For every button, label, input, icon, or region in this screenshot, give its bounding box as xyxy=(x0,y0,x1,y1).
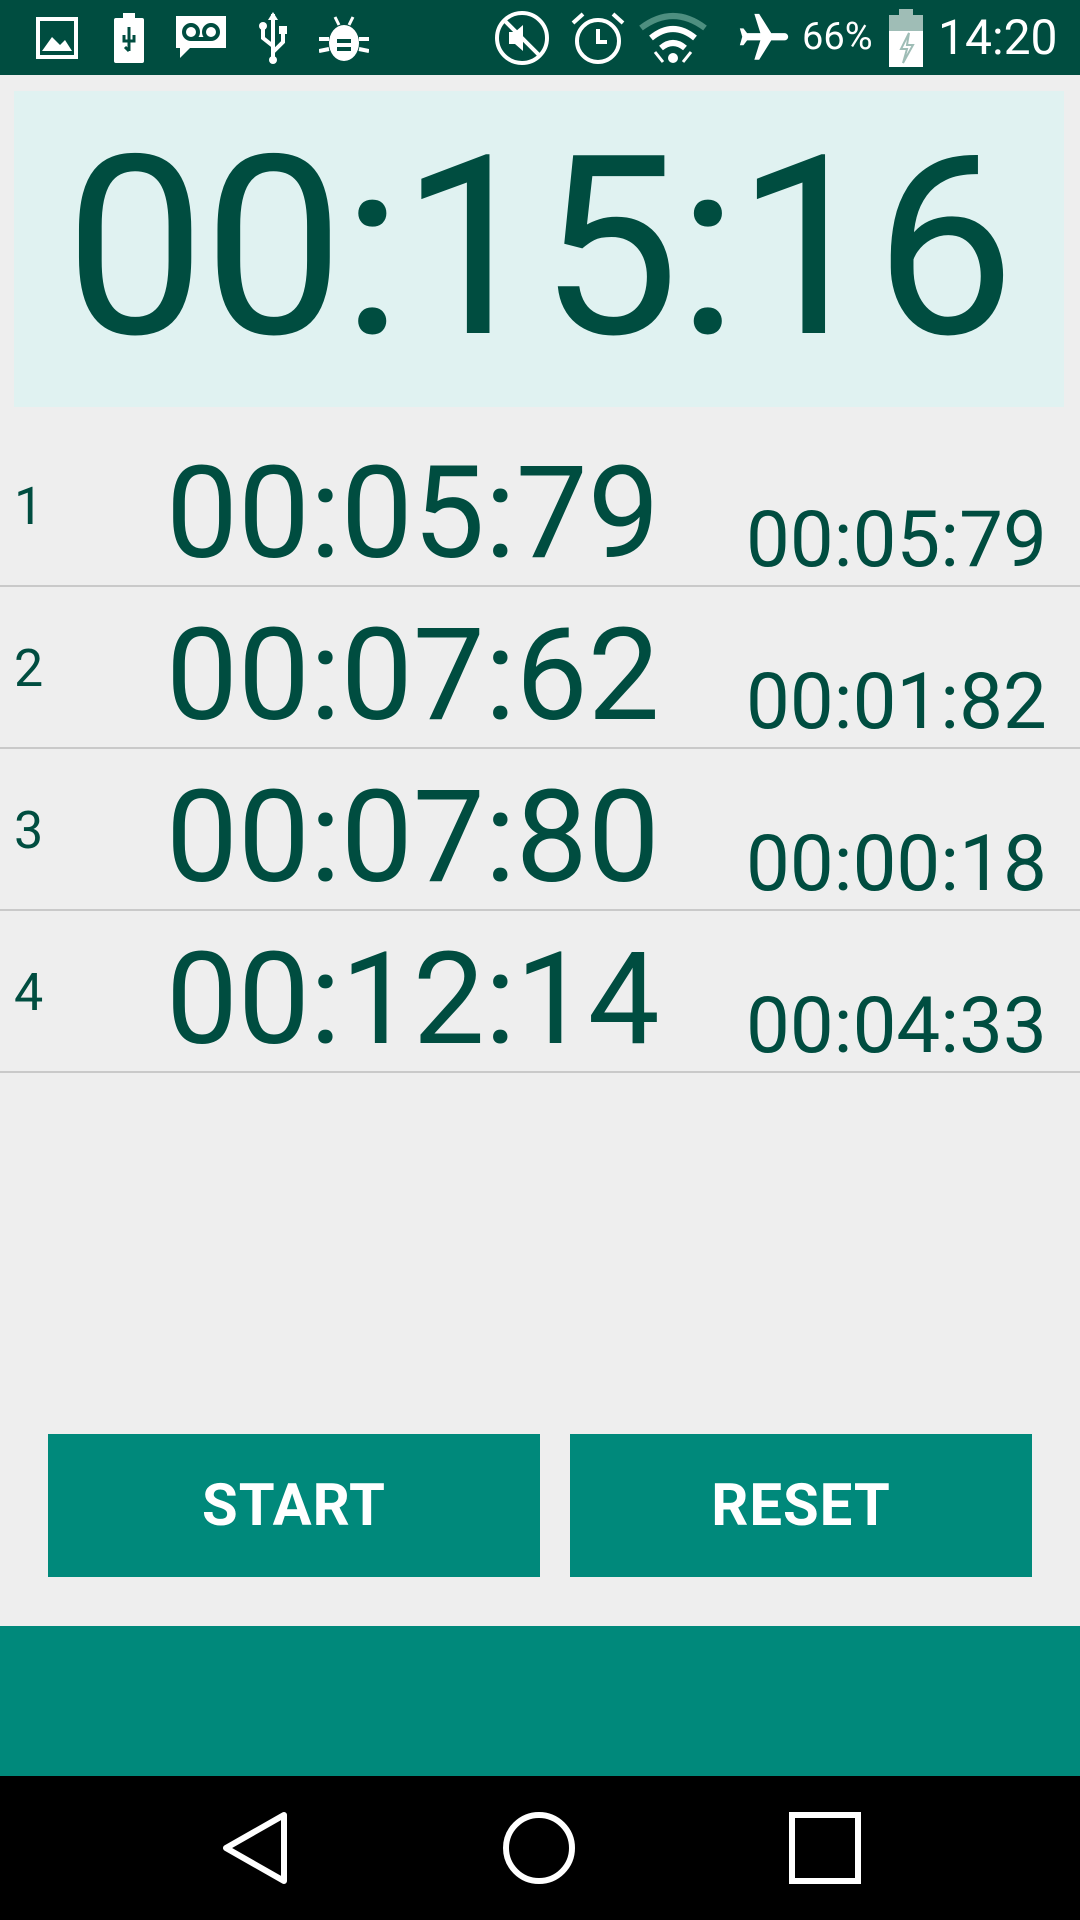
lap-row: 4 00:12:14 00:04:33 xyxy=(0,910,1080,1073)
battery-percent: 66% xyxy=(802,15,873,59)
clock: 14:20 xyxy=(938,9,1058,66)
lap-number: 3 xyxy=(14,800,44,861)
airplane-icon xyxy=(734,0,794,75)
lap-total-time: 00:07:80 xyxy=(166,763,660,913)
lap-total-time: 00:12:14 xyxy=(166,925,660,1075)
timer-display: 00:15:16 xyxy=(14,91,1064,407)
mute-icon xyxy=(492,0,552,75)
usb-icon xyxy=(256,0,290,75)
elapsed-time: 00:15:16 xyxy=(64,102,1015,395)
recents-icon[interactable] xyxy=(745,1776,905,1920)
voicemail-icon xyxy=(175,0,227,75)
back-icon[interactable] xyxy=(175,1776,335,1920)
lap-row: 3 00:07:80 00:00:18 xyxy=(0,748,1080,911)
start-button[interactable]: START xyxy=(48,1434,540,1577)
bug-icon xyxy=(318,0,370,75)
alarm-icon xyxy=(568,0,628,75)
battery-usb-icon xyxy=(112,0,146,75)
lap-number: 1 xyxy=(14,476,44,537)
lap-total-time: 00:07:62 xyxy=(166,601,660,751)
lap-split-time: 00:00:18 xyxy=(746,819,1047,910)
lap-row: 1 00:05:79 00:05:79 xyxy=(0,424,1080,587)
home-icon[interactable] xyxy=(459,1776,619,1920)
image-icon xyxy=(34,0,80,75)
lap-split-time: 00:05:79 xyxy=(746,495,1047,586)
lap-split-time: 00:04:33 xyxy=(746,981,1047,1072)
lap-number: 2 xyxy=(14,638,44,699)
lap-row: 2 00:07:62 00:01:82 xyxy=(0,586,1080,749)
lap-split-time: 00:01:82 xyxy=(746,657,1047,748)
lap-number: 4 xyxy=(14,962,44,1023)
navigation-bar xyxy=(0,1776,1080,1920)
reset-button[interactable]: RESET xyxy=(570,1434,1032,1577)
bottom-bar xyxy=(0,1626,1080,1776)
wifi-icon xyxy=(638,0,708,75)
battery-icon xyxy=(886,0,926,75)
status-bar: 66% 14:20 xyxy=(0,0,1080,75)
lap-total-time: 00:05:79 xyxy=(166,439,660,589)
